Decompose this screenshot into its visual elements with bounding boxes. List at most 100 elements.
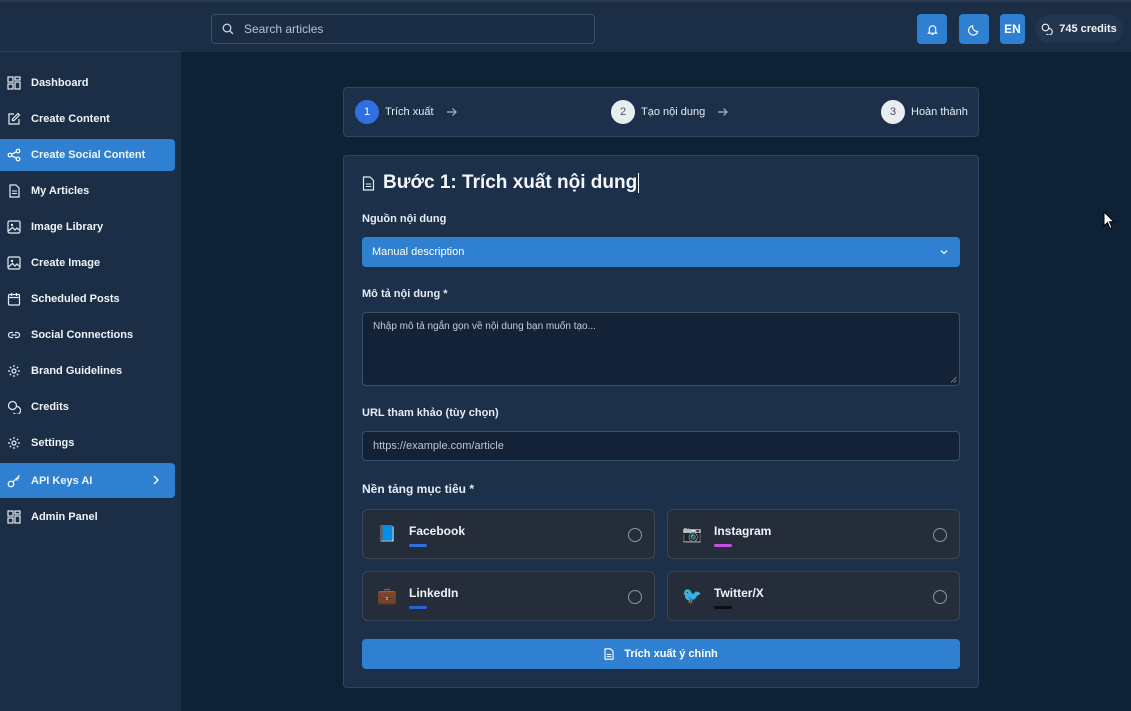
sidebar-item-create-image[interactable]: Create Image: [0, 247, 175, 279]
sidebar-item-label: Dashboard: [31, 77, 89, 89]
text-caret: [638, 172, 640, 193]
platform-radio[interactable]: [933, 528, 947, 542]
step-extract: 1 Trích xuất: [355, 100, 458, 124]
extract-key-points-button[interactable]: Trích xuất ý chính: [362, 639, 960, 669]
search-input[interactable]: [244, 22, 574, 36]
mouse-cursor-icon: [1103, 211, 1115, 230]
resize-grip-icon[interactable]: [950, 376, 957, 383]
share-icon: [7, 148, 21, 162]
gear-icon: [8, 437, 20, 449]
moon-icon: [967, 24, 978, 36]
submit-label: Trích xuất ý chính: [624, 648, 718, 660]
key-icon: [7, 474, 20, 487]
gear-icon: [8, 365, 20, 377]
platform-option-twitter[interactable]: 🐦 Twitter/X: [667, 571, 960, 621]
credits-label: 745 credits: [1059, 23, 1117, 35]
url-label: URL tham khảo (tùy chọn): [362, 407, 499, 419]
coins-icon: [1041, 23, 1054, 35]
platforms-label: Nền tảng mục tiêu *: [362, 482, 475, 496]
platform-accent-bar: [714, 606, 732, 609]
platform-radio[interactable]: [933, 590, 947, 604]
sidebar-item-label: Create Content: [31, 113, 110, 125]
sidebar: Dashboard Create Content Create Social C…: [0, 52, 181, 711]
chevron-right-icon: [153, 475, 159, 485]
arrow-right-icon: [718, 108, 729, 116]
link-icon: [7, 331, 21, 339]
sidebar-item-brand-guidelines[interactable]: Brand Guidelines: [0, 355, 175, 387]
platform-radio[interactable]: [628, 590, 642, 604]
sidebar-item-api-keys-ai[interactable]: API Keys AI: [0, 463, 175, 498]
sidebar-item-label: Settings: [31, 437, 75, 449]
sidebar-item-scheduled-posts[interactable]: Scheduled Posts: [0, 283, 175, 315]
search-icon: [222, 23, 234, 35]
document-icon: [9, 184, 20, 198]
platform-radio[interactable]: [628, 528, 642, 542]
notifications-button[interactable]: [917, 14, 947, 44]
extract-content-card: Bước 1: Trích xuất nội dung Nguồn nội du…: [343, 155, 979, 688]
step-complete: 3 Hoàn thành: [881, 100, 968, 124]
sidebar-item-label: Admin Panel: [31, 511, 98, 523]
url-placeholder: https://example.com/article: [373, 440, 504, 452]
platform-name: Instagram: [714, 524, 772, 538]
sidebar-item-credits[interactable]: Credits: [0, 391, 175, 423]
briefcase-emoji-icon: 💼: [377, 588, 397, 605]
card-title: Bước 1: Trích xuất nội dung: [362, 172, 640, 194]
top-bar: EN 745 credits: [0, 0, 1131, 52]
source-label: Nguồn nội dung: [362, 213, 447, 225]
grid-icon: [7, 510, 21, 524]
step-label: Tạo nội dung: [641, 106, 706, 118]
platform-option-instagram[interactable]: 📷 Instagram: [667, 509, 960, 559]
platform-accent-bar: [409, 544, 427, 547]
platform-name: Facebook: [409, 524, 466, 538]
sidebar-item-my-articles[interactable]: My Articles: [0, 175, 175, 207]
platform-option-linkedin[interactable]: 💼 LinkedIn: [362, 571, 655, 621]
platform-option-facebook[interactable]: 📘 Facebook: [362, 509, 655, 559]
sidebar-item-create-social-content[interactable]: Create Social Content: [0, 139, 175, 171]
sidebar-item-dashboard[interactable]: Dashboard: [0, 67, 175, 99]
sidebar-item-label: Image Library: [31, 221, 104, 233]
bell-icon: [926, 24, 938, 35]
platform-name: Twitter/X: [714, 586, 764, 600]
pen-square-icon: [8, 112, 21, 125]
sidebar-item-social-connections[interactable]: Social Connections: [0, 319, 175, 351]
step-create-content: 2 Tạo nội dung: [611, 100, 729, 124]
theme-toggle-button[interactable]: [959, 14, 989, 44]
bird-emoji-icon: 🐦: [682, 588, 702, 605]
coins-icon: [7, 400, 21, 414]
step-number: 1: [355, 100, 379, 124]
calendar-icon: [7, 293, 21, 306]
description-label: Mô tả nội dung *: [362, 288, 448, 300]
sidebar-item-label: Create Social Content: [31, 149, 146, 161]
platform-accent-bar: [409, 606, 427, 609]
sidebar-item-label: API Keys AI: [31, 474, 93, 487]
search-box[interactable]: [211, 14, 595, 44]
sidebar-item-settings[interactable]: Settings: [0, 427, 175, 459]
source-select-value: Manual description: [372, 246, 465, 258]
sidebar-item-label: Credits: [31, 401, 69, 413]
sidebar-item-label: Create Image: [31, 257, 101, 269]
sidebar-item-label: My Articles: [31, 185, 90, 197]
sidebar-item-label: Social Connections: [31, 329, 134, 341]
step-label: Hoàn thành: [911, 106, 968, 118]
credits-badge[interactable]: 745 credits: [1035, 15, 1123, 43]
platform-accent-bar: [714, 544, 732, 547]
step-number: 3: [881, 100, 905, 124]
platform-name: LinkedIn: [409, 586, 459, 600]
step-label: Trích xuất: [385, 106, 434, 118]
language-button[interactable]: EN: [1000, 14, 1025, 44]
description-textarea[interactable]: Nhập mô tả ngắn gọn về nội dung bạn muốn…: [362, 312, 960, 386]
chevron-down-icon: [940, 250, 948, 255]
step-number: 2: [611, 100, 635, 124]
sidebar-item-admin-panel[interactable]: Admin Panel: [0, 501, 175, 533]
document-icon: [362, 175, 375, 191]
url-input[interactable]: https://example.com/article: [362, 431, 960, 461]
card-title-text: Bước 1: Trích xuất nội dung: [383, 172, 638, 193]
sidebar-item-create-content[interactable]: Create Content: [0, 103, 175, 135]
book-emoji-icon: 📘: [377, 526, 397, 543]
sidebar-item-image-library[interactable]: Image Library: [0, 211, 175, 243]
document-icon: [604, 648, 614, 660]
source-select[interactable]: Manual description: [362, 237, 960, 267]
grid-icon: [7, 76, 21, 90]
sidebar-item-label: Brand Guidelines: [31, 365, 123, 377]
camera-emoji-icon: 📷: [682, 526, 702, 543]
